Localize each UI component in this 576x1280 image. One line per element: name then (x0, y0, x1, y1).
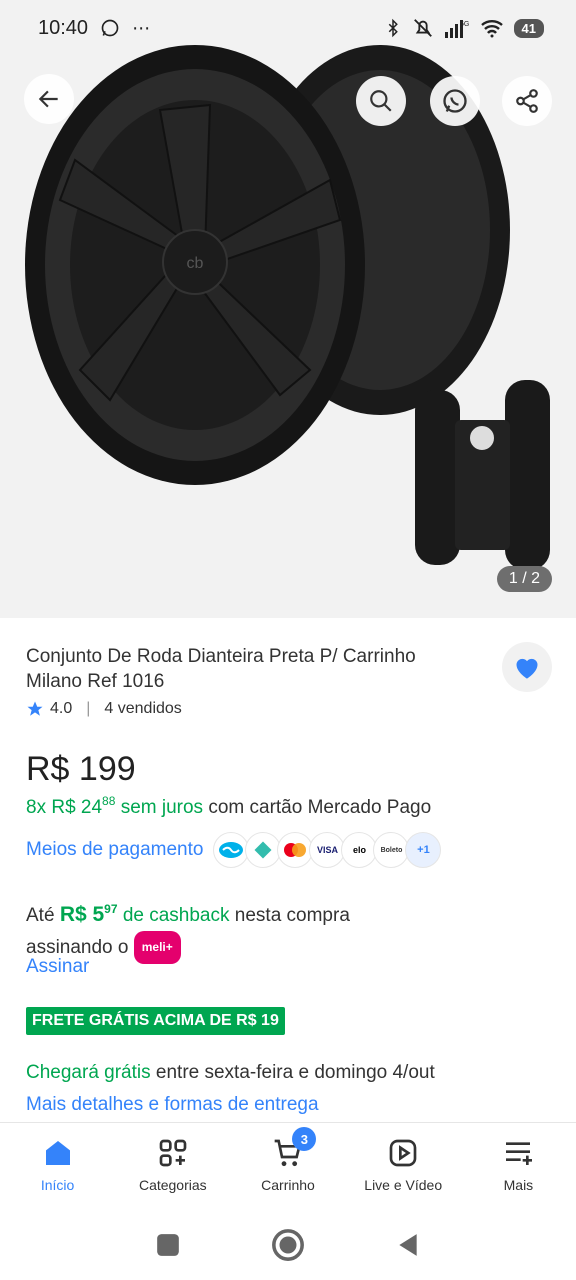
product-image: cb (25, 45, 550, 570)
search-icon (370, 90, 392, 112)
cart-badge: 3 (292, 1127, 317, 1151)
elo-icon: elo (341, 832, 378, 868)
rating-row[interactable]: 4.0 | 4 vendidos (26, 700, 182, 718)
svg-text:5G: 5G (460, 21, 469, 28)
home-button-icon[interactable] (271, 1228, 305, 1262)
wifi-icon (480, 20, 503, 38)
mute-icon (413, 19, 432, 37)
status-bar: 10:40 ⋯ 5G 41 (0, 0, 576, 56)
play-video-icon (389, 1139, 417, 1167)
share-icon (516, 89, 538, 113)
back-nav-icon[interactable] (395, 1231, 421, 1259)
nav-inicio-label: Início (40, 1177, 75, 1193)
payment-methods-row[interactable]: Meios de pagamento VISA elo Boleto +1 (26, 832, 442, 868)
nav-carrinho[interactable]: 3 Carrinho (230, 1123, 345, 1210)
nav-mais[interactable]: Mais (461, 1123, 576, 1210)
meli-plus-badge: meli+ (133, 931, 181, 964)
installments-suffix: com cartão Mercado Pago (208, 797, 432, 818)
installments-cents: 88 (102, 794, 116, 808)
nav-categorias-label: Categorias (138, 1177, 207, 1193)
star-icon (27, 701, 43, 716)
favorite-button[interactable] (502, 642, 552, 692)
status-time: 10:40 (38, 16, 89, 39)
recent-apps-icon[interactable] (155, 1232, 181, 1258)
price: R$ 199 (26, 750, 136, 788)
payment-methods-link[interactable]: Meios de pagamento (26, 839, 203, 861)
menu-plus-icon (506, 1142, 533, 1165)
subscribe-link[interactable]: Assinar (26, 956, 89, 978)
delivery-highlight: Chegará grátis (26, 1062, 151, 1083)
mastercard-icon (277, 832, 314, 868)
back-button[interactable] (24, 74, 74, 124)
cashback-amount: R$ 5 (59, 903, 105, 926)
delivery-details-link[interactable]: Mais detalhes e formas de entrega (26, 1094, 319, 1116)
signal-icon: 5G (444, 20, 469, 38)
nav-live-video[interactable]: Live e Vídeo (346, 1123, 461, 1210)
system-navigation-bar (0, 1210, 576, 1280)
whatsapp-icon (443, 89, 467, 113)
cashback-prefix: Até (26, 905, 55, 926)
nav-categorias[interactable]: Categorias (115, 1123, 230, 1210)
nav-inicio[interactable]: Início (0, 1123, 115, 1210)
home-icon (45, 1141, 70, 1165)
installments-no-interest: sem juros (120, 797, 204, 818)
nav-live-video-label: Live e Vídeo (364, 1177, 443, 1193)
svg-text:cb: cb (187, 255, 204, 272)
pix-icon (245, 832, 282, 868)
whatsapp-notification-icon (101, 19, 119, 37)
whatsapp-share-button[interactable] (430, 76, 480, 126)
cashback-info: Até R$ 597 de cashback nesta compra assi… (26, 894, 350, 964)
free-shipping-badge: FRETE GRÁTIS ACIMA DE R$ 19 (26, 1007, 285, 1035)
cashback-cents: 97 (104, 902, 118, 916)
bottom-navigation: Início Categorias 3 Carrinho Live e Víde… (0, 1122, 576, 1210)
cashback-line2: assinando o (26, 937, 129, 958)
image-counter: 1 / 2 (496, 566, 552, 592)
battery-indicator: 41 (513, 18, 544, 38)
product-image-gallery[interactable]: cb 1 / 2 (0, 0, 576, 618)
cashback-label: de cashback (122, 905, 230, 926)
payment-icons: VISA elo Boleto +1 (213, 832, 442, 868)
rating-value: 4.0 (50, 700, 73, 717)
bluetooth-icon (388, 18, 398, 38)
product-title: Conjunto De Roda Dianteira Preta P/ Carr… (26, 646, 416, 692)
categories-icon (159, 1139, 187, 1167)
mercado-pago-icon (213, 832, 250, 868)
cashback-suffix: nesta compra (234, 905, 350, 926)
more-payment-icon: +1 (405, 832, 442, 868)
more-notifications-icon: ⋯ (132, 17, 151, 38)
delivery-info: Chegará grátis entre sexta-feira e domin… (26, 1062, 435, 1084)
delivery-text: entre sexta-feira e domingo 4/out (155, 1062, 435, 1083)
sold-count: 4 vendidos (104, 700, 182, 717)
rating-separator: | (86, 700, 91, 717)
visa-icon: VISA (309, 832, 346, 868)
installments-amount: 8x R$ 24 (26, 797, 103, 818)
nav-carrinho-label: Carrinho (261, 1177, 315, 1193)
installments: 8x R$ 2488 sem juros com cartão Mercado … (26, 794, 431, 819)
boleto-icon: Boleto (373, 832, 410, 868)
nav-mais-label: Mais (503, 1177, 534, 1193)
search-button[interactable] (356, 76, 406, 126)
heart-icon (516, 658, 538, 679)
share-button[interactable] (502, 76, 552, 126)
arrow-left-icon (38, 90, 58, 108)
